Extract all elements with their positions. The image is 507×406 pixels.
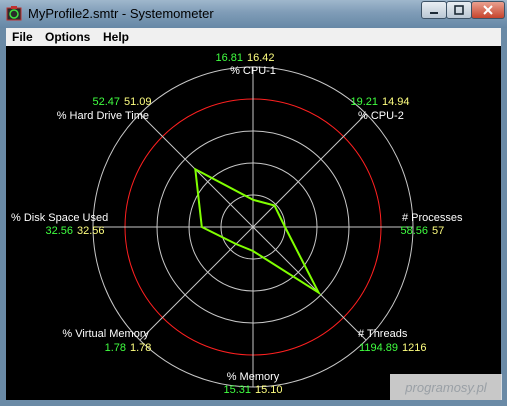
- axis-value-b-disk-space: 32.56: [77, 225, 105, 237]
- axis-value-a-memory: 15.31: [223, 384, 251, 396]
- axis-value-a-cpu2: 19.21: [350, 96, 378, 108]
- radar-svg: 16.81 16.42 % CPU-1 19.21 14.94 % CPU-2 …: [11, 52, 463, 396]
- axis-value-b-threads: 1216: [402, 342, 426, 354]
- axis-label-threads: # Threads: [358, 328, 408, 340]
- axis-value-a-hard-drive: 52.47: [92, 96, 120, 108]
- axis-label-cpu1: % CPU-1: [230, 65, 276, 77]
- radar-spoke: [252, 226, 367, 341]
- window-title: MyProfile2.smtr - Systemometer: [28, 6, 214, 21]
- axis-value-b-hard-drive: 51.09: [124, 96, 152, 108]
- maximize-button[interactable]: [446, 1, 472, 19]
- maximize-icon: [454, 5, 464, 15]
- axis-value-a-virtual-memory: 1.78: [105, 342, 126, 354]
- axis-label-disk-space: % Disk Space Used: [11, 212, 108, 224]
- axis-label-cpu2: % CPU-2: [358, 110, 404, 122]
- close-button[interactable]: [471, 1, 505, 19]
- radar-chart: 16.81 16.42 % CPU-1 19.21 14.94 % CPU-2 …: [6, 46, 501, 400]
- axis-label-processes: # Processes: [402, 212, 463, 224]
- axis-value-b-cpu2: 14.94: [382, 96, 410, 108]
- axis-label-hard-drive: % Hard Drive Time: [57, 110, 149, 122]
- axis-label-virtual-memory: % Virtual Memory: [62, 328, 149, 340]
- axis-label-memory: % Memory: [227, 371, 280, 383]
- menu-help[interactable]: Help: [103, 30, 129, 44]
- title-bar[interactable]: MyProfile2.smtr - Systemometer: [0, 0, 507, 28]
- axis-value-b-virtual-memory: 1.78: [130, 342, 151, 354]
- app-icon: [6, 6, 22, 21]
- axis-value-a-disk-space: 32.56: [45, 225, 73, 237]
- axis-value-b-processes: 57: [432, 225, 444, 237]
- axis-value-a-cpu1: 16.81: [215, 52, 243, 64]
- menu-options[interactable]: Options: [45, 30, 90, 44]
- axis-value-a-threads: 1194.89: [359, 342, 398, 354]
- axis-value-b-memory: 15.10: [255, 384, 283, 396]
- watermark: programosy.pl: [390, 374, 502, 400]
- minimize-button[interactable]: [421, 1, 447, 19]
- app-window: MyProfile2.smtr - Systemometer File Opti…: [0, 0, 507, 406]
- axis-value-b-cpu1: 16.42: [247, 52, 275, 64]
- minimize-icon: [430, 12, 438, 14]
- menu-file[interactable]: File: [12, 30, 33, 44]
- axis-value-a-processes: 58.56: [400, 225, 428, 237]
- close-icon: [483, 5, 493, 15]
- menu-bar: File Options Help: [6, 28, 501, 46]
- radar-spoke: [252, 113, 367, 228]
